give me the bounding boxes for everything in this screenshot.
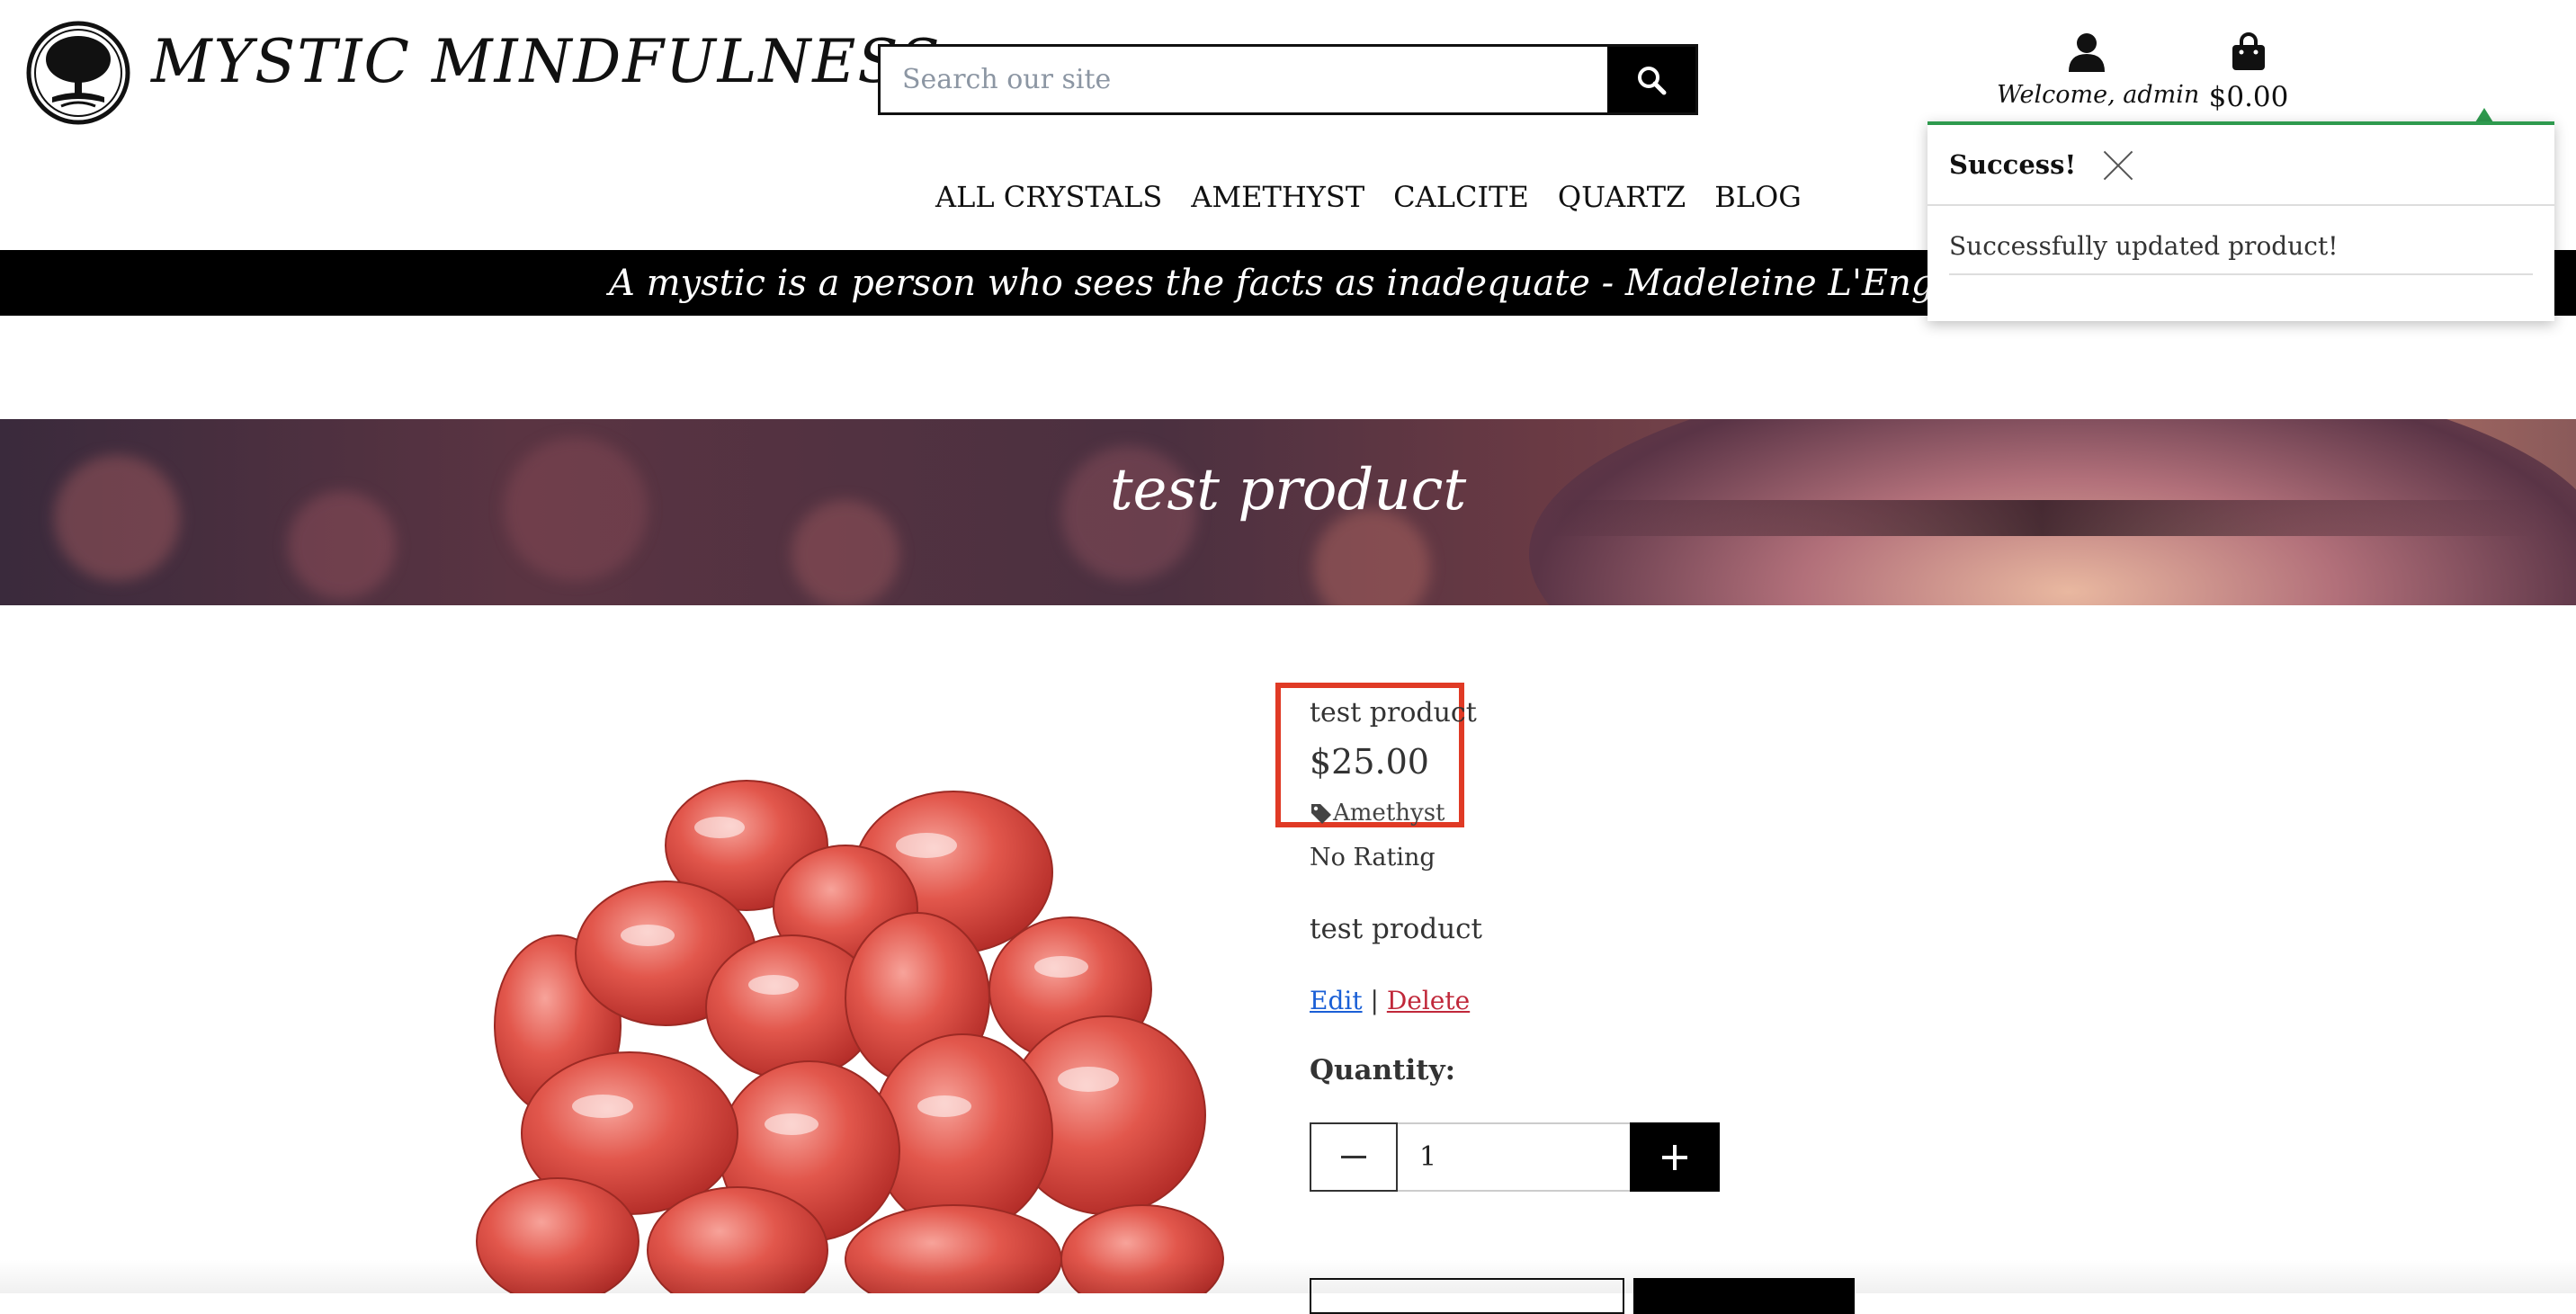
nav-calcite[interactable]: CALCITE: [1393, 180, 1529, 214]
user-icon: [2069, 33, 2105, 72]
bottom-shadow: [0, 1259, 2576, 1293]
toast-pointer: [2475, 108, 2493, 122]
product-image: [476, 780, 1224, 1293]
product-description: test product: [1310, 913, 1482, 945]
delete-link[interactable]: Delete: [1387, 986, 1470, 1015]
tree-of-life-logo[interactable]: [25, 20, 131, 126]
brand-name[interactable]: MYSTIC MINDFULNESS: [151, 27, 942, 96]
account-menu[interactable]: Welcome, admin: [1997, 32, 2200, 109]
keep-shopping-button[interactable]: [1310, 1278, 1624, 1314]
action-separator: |: [1370, 986, 1379, 1015]
minus-icon: [1341, 1155, 1366, 1158]
nav-blog[interactable]: BLOG: [1714, 180, 1802, 214]
shopping-bag-icon: [2232, 32, 2265, 70]
quote-text: A mystic is a person who sees the facts …: [609, 262, 1967, 304]
product-name: test product: [1310, 697, 1477, 729]
quantity-label: Quantity:: [1310, 1054, 1456, 1086]
search-bar: [878, 44, 1698, 115]
page-title: test product: [1109, 457, 1467, 523]
hero-bokeh: [1313, 509, 1430, 605]
quantity-stepper: [1310, 1122, 1720, 1192]
quantity-input[interactable]: [1398, 1122, 1630, 1192]
cart-link[interactable]: $0.00: [2195, 32, 2303, 113]
product-price: $25.00: [1310, 742, 1429, 782]
toast-title: Success!: [1949, 149, 2077, 180]
hero-banner: test product: [0, 419, 2576, 605]
admin-actions: Edit | Delete: [1310, 986, 1470, 1015]
cart-total: $0.00: [2208, 81, 2289, 113]
toast-message: Successfully updated product!: [1949, 231, 2533, 275]
search-input[interactable]: [881, 47, 1609, 112]
toast-header: Success!: [1928, 125, 2554, 206]
product-rating: No Rating: [1310, 844, 1436, 872]
main-nav: ALL CRYSTALS AMETHYST CALCITE QUARTZ BLO…: [935, 180, 1830, 214]
category-label: Amethyst: [1333, 800, 1445, 826]
tag-icon: [1311, 804, 1331, 824]
plus-icon: [1662, 1144, 1687, 1170]
search-icon: [1638, 66, 1667, 94]
decrement-button[interactable]: [1310, 1122, 1398, 1192]
search-button[interactable]: [1607, 47, 1695, 112]
edit-link[interactable]: Edit: [1310, 986, 1363, 1015]
add-to-bag-button[interactable]: [1633, 1278, 1855, 1314]
close-icon[interactable]: [2103, 149, 2133, 180]
success-toast: Success! Successfully updated product!: [1928, 121, 2554, 321]
product-category[interactable]: Amethyst: [1310, 800, 1445, 826]
increment-button[interactable]: [1630, 1122, 1720, 1192]
nav-amethyst[interactable]: AMETHYST: [1191, 180, 1364, 214]
toast-body: Successfully updated product!: [1928, 206, 2554, 275]
nav-quartz[interactable]: QUARTZ: [1558, 180, 1686, 214]
nav-all-crystals[interactable]: ALL CRYSTALS: [935, 180, 1162, 214]
account-label: Welcome, admin: [1997, 81, 2200, 109]
